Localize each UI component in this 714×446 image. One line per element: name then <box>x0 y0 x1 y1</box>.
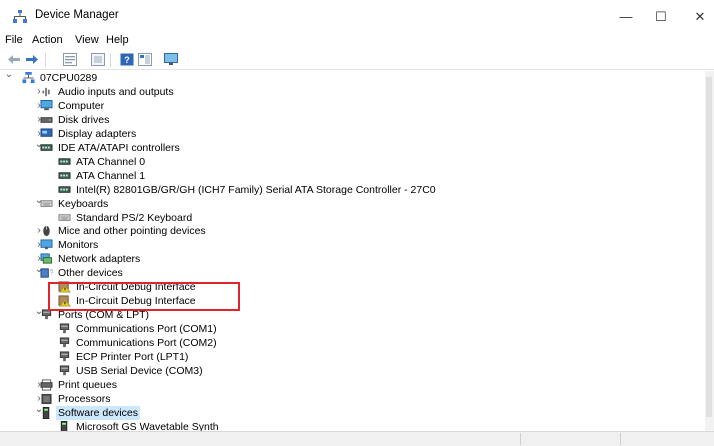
tree-item[interactable]: ⌄ IDE ATA/ATAPI controllers <box>0 139 700 155</box>
computer-root-icon <box>22 72 35 84</box>
tree-item-label: ATA Channel 0 <box>76 155 146 168</box>
svg-text:?: ? <box>124 55 130 65</box>
menu-file[interactable]: File <box>5 34 23 46</box>
tree-item-label: Standard PS/2 Keyboard <box>76 211 193 224</box>
tree-item-label: Audio inputs and outputs <box>58 85 174 98</box>
port-icon <box>59 351 70 362</box>
ide-icon <box>40 144 53 151</box>
tree-item[interactable]: › Disk drives <box>0 113 700 127</box>
audio-icon <box>42 87 50 97</box>
menu-view[interactable]: View <box>75 34 99 46</box>
tree-item-label: Software devices <box>56 405 140 420</box>
software-device-icon <box>42 406 50 419</box>
tree-item[interactable]: › Network adapters <box>0 252 700 266</box>
device-manager-icon <box>13 10 27 23</box>
toolbar-separator <box>45 53 46 67</box>
tree-item[interactable]: › Monitors <box>0 238 700 252</box>
properties-icon[interactable] <box>63 53 77 66</box>
tree-item-label: IDE ATA/ATAPI controllers <box>58 141 180 154</box>
menu-help[interactable]: Help <box>106 34 129 46</box>
port-icon <box>59 365 70 376</box>
tree-item-label: Processors <box>58 392 111 405</box>
tree-item[interactable]: Standard PS/2 Keyboard <box>0 211 700 225</box>
vertical-scrollbar[interactable] <box>705 71 714 431</box>
port-icon <box>59 323 70 334</box>
tree-item[interactable]: › Computer <box>0 99 700 113</box>
tree-item[interactable]: ATA Channel 0 <box>0 155 700 169</box>
tree-item-label: ECP Printer Port (LPT1) <box>76 351 189 363</box>
tree-item[interactable]: › Audio inputs and outputs <box>0 85 700 99</box>
tree-item[interactable]: › Print queues <box>0 378 700 392</box>
tree-item-label: Monitors <box>58 239 99 252</box>
status-bar <box>0 431 714 446</box>
tree-item-label: Intel(R) 82801GB/GR/GH (ICH7 Family) Ser… <box>76 183 436 196</box>
tree-item-label: Mice and other pointing devices <box>58 225 206 238</box>
status-divider <box>620 433 621 445</box>
device-tree[interactable]: ⌄ 07CPU0289 › Audio inputs and outputs › Comp… <box>0 71 705 431</box>
minimize-button[interactable]: — <box>606 6 646 28</box>
monitor-icon <box>40 239 53 250</box>
tree-item-label: Microsoft GS Wavetable Synth <box>76 420 219 431</box>
tree-item[interactable]: ⌄?Other devices <box>0 264 700 280</box>
close-button[interactable]: ✕ <box>680 6 714 28</box>
ide-icon <box>58 171 71 179</box>
scrollbar-thumb[interactable] <box>706 77 712 417</box>
toolbar: ? <box>0 49 714 70</box>
keyboard-icon <box>58 213 71 221</box>
window-title: Device Manager <box>35 9 119 21</box>
tree-item[interactable]: Communications Port (COM2) <box>0 336 700 350</box>
toolbar-separator <box>110 53 111 67</box>
ide-icon <box>58 185 71 193</box>
tree-item[interactable]: › Mice and other pointing devices <box>0 224 700 238</box>
computer-icon <box>40 99 53 111</box>
forward-arrow-icon[interactable] <box>25 53 39 66</box>
view-icon[interactable] <box>138 53 152 66</box>
menu-bar: File Action View Help <box>0 32 714 48</box>
mouse-icon <box>43 226 50 237</box>
tree-item-label: 07CPU0289 <box>40 72 98 84</box>
maximize-button[interactable]: ☐ <box>641 6 681 28</box>
list-icon[interactable] <box>91 53 105 66</box>
tree-item[interactable]: › Display adapters <box>0 127 700 141</box>
red-highlight-box <box>48 282 240 311</box>
tree-item-label: Network adapters <box>58 253 141 266</box>
tree-item-label: USB Serial Device (COM3) <box>76 364 203 377</box>
tree-item-label: Other devices <box>58 267 123 280</box>
tree-item-label: Keyboards <box>58 197 109 210</box>
tree-item-label: Display adapters <box>58 127 137 140</box>
title-bar: Device Manager — ☐ ✕ <box>0 0 714 32</box>
tree-item[interactable]: ⌄ Software devices <box>0 404 700 420</box>
svg-text:?: ? <box>50 268 53 277</box>
menu-action[interactable]: Action <box>32 34 63 46</box>
disk-icon <box>40 117 53 123</box>
other-devices-icon: ? <box>40 268 53 278</box>
ide-icon <box>58 157 71 165</box>
printer-icon <box>40 379 53 391</box>
help-icon[interactable]: ? <box>120 53 134 66</box>
tree-item-label: ATA Channel 1 <box>76 169 146 182</box>
keyboard-icon <box>40 199 53 207</box>
tree-item-label: Disk drives <box>58 113 110 126</box>
tree-item[interactable]: ECP Printer Port (LPT1) <box>0 350 700 364</box>
tree-item[interactable]: Microsoft GS Wavetable Synth <box>0 420 700 431</box>
tree-item[interactable]: Intel(R) 82801GB/GR/GH (ICH7 Family) Ser… <box>0 183 700 197</box>
tree-item[interactable]: ATA Channel 1 <box>0 169 700 183</box>
tree-item-label: Communications Port (COM2) <box>76 337 217 350</box>
tree-item[interactable]: USB Serial Device (COM3) <box>0 364 700 378</box>
tree-item[interactable]: ⌄ Keyboards <box>0 195 700 211</box>
tree-item-label: Computer <box>58 99 105 112</box>
monitor-icon[interactable] <box>164 53 178 66</box>
tree-item[interactable]: Communications Port (COM1) <box>0 322 700 336</box>
tree-item-label: Communications Port (COM1) <box>76 323 217 336</box>
port-icon <box>59 337 70 348</box>
collapse-chevron-icon[interactable]: ⌄ <box>4 71 14 82</box>
status-divider <box>520 433 521 445</box>
tree-item[interactable]: › Processors <box>0 392 700 406</box>
tree-item-label: Print queues <box>58 378 117 391</box>
back-arrow-icon[interactable] <box>7 53 21 66</box>
software-device-icon <box>60 420 68 431</box>
tree-item[interactable]: ⌄ 07CPU0289 <box>0 71 700 85</box>
